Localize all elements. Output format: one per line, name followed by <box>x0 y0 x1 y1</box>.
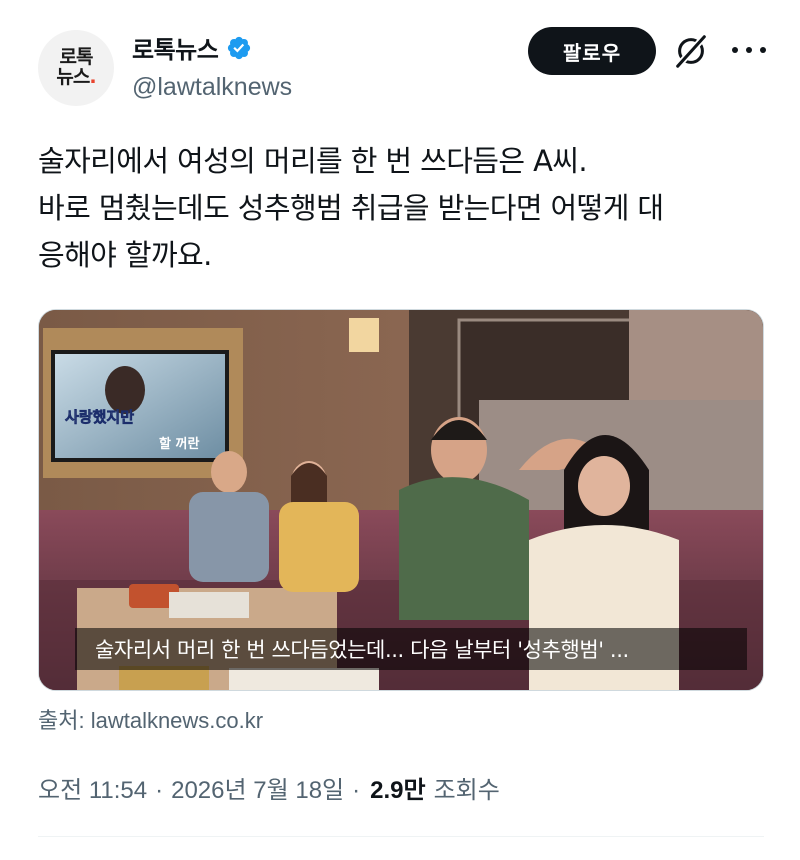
grok-icon[interactable] <box>672 32 710 70</box>
karaoke-subtitle-2: 할 꺼란 <box>159 436 199 452</box>
more-options-icon[interactable] <box>732 40 766 60</box>
tweet-text-line: 바로 멈췄는데도 성추행범 취급을 받는다면 어떻게 대 <box>38 191 664 225</box>
more-dot <box>760 47 766 53</box>
meta-separator: · <box>155 777 164 804</box>
author-handle[interactable]: @lawtalknews <box>132 73 292 102</box>
views-count[interactable]: 2.9만 <box>370 770 425 805</box>
more-dot <box>746 47 752 53</box>
tweet-date[interactable]: 2026년 7월 18일 <box>171 770 344 805</box>
views-label: 조회수 <box>433 777 500 804</box>
display-name[interactable]: 로톡뉴스 <box>132 30 219 65</box>
verified-badge-icon <box>228 36 251 59</box>
meta-separator: · <box>352 777 361 804</box>
tweet-body: 술자리에서 여성의 머리를 한 번 쓰다듬은 A씨. 바로 멈췄는데도 성추행범… <box>38 138 768 279</box>
author-name-row: 로톡뉴스 <box>132 30 252 65</box>
divider <box>38 836 764 837</box>
tweet-text-line: 술자리에서 여성의 머리를 한 번 쓰다듬은 A씨. <box>38 144 588 178</box>
avatar-text-line1: 로톡 <box>59 46 94 69</box>
tweet-header: 로톡 뉴스. 로톡뉴스 @lawtalknews 팔로우 <box>0 0 800 120</box>
more-dot <box>732 47 738 53</box>
avatar[interactable]: 로톡 뉴스. <box>38 30 114 106</box>
source-text[interactable]: 출처: lawtalknews.co.kr <box>38 703 263 735</box>
tweet-text-line: 응해야 할까요. <box>38 238 212 272</box>
avatar-text-line2: 뉴스. <box>56 66 96 88</box>
tweet-time[interactable]: 오전 11:54 <box>38 770 147 805</box>
tweet-meta: 오전 11:54 · 2026년 7월 18일 · 2.9만 조회수 <box>38 770 500 805</box>
media-image[interactable]: 사랑했지만 할 꺼란 술자리서 머리 한 번 쓰다듬었는데... 다음 날부터 … <box>38 309 764 691</box>
media-caption: 술자리서 머리 한 번 쓰다듬었는데... 다음 날부터 '성추행범' ... <box>75 628 747 670</box>
follow-button[interactable]: 팔로우 <box>528 27 656 75</box>
karaoke-subtitle-1: 사랑했지만 <box>65 408 134 426</box>
